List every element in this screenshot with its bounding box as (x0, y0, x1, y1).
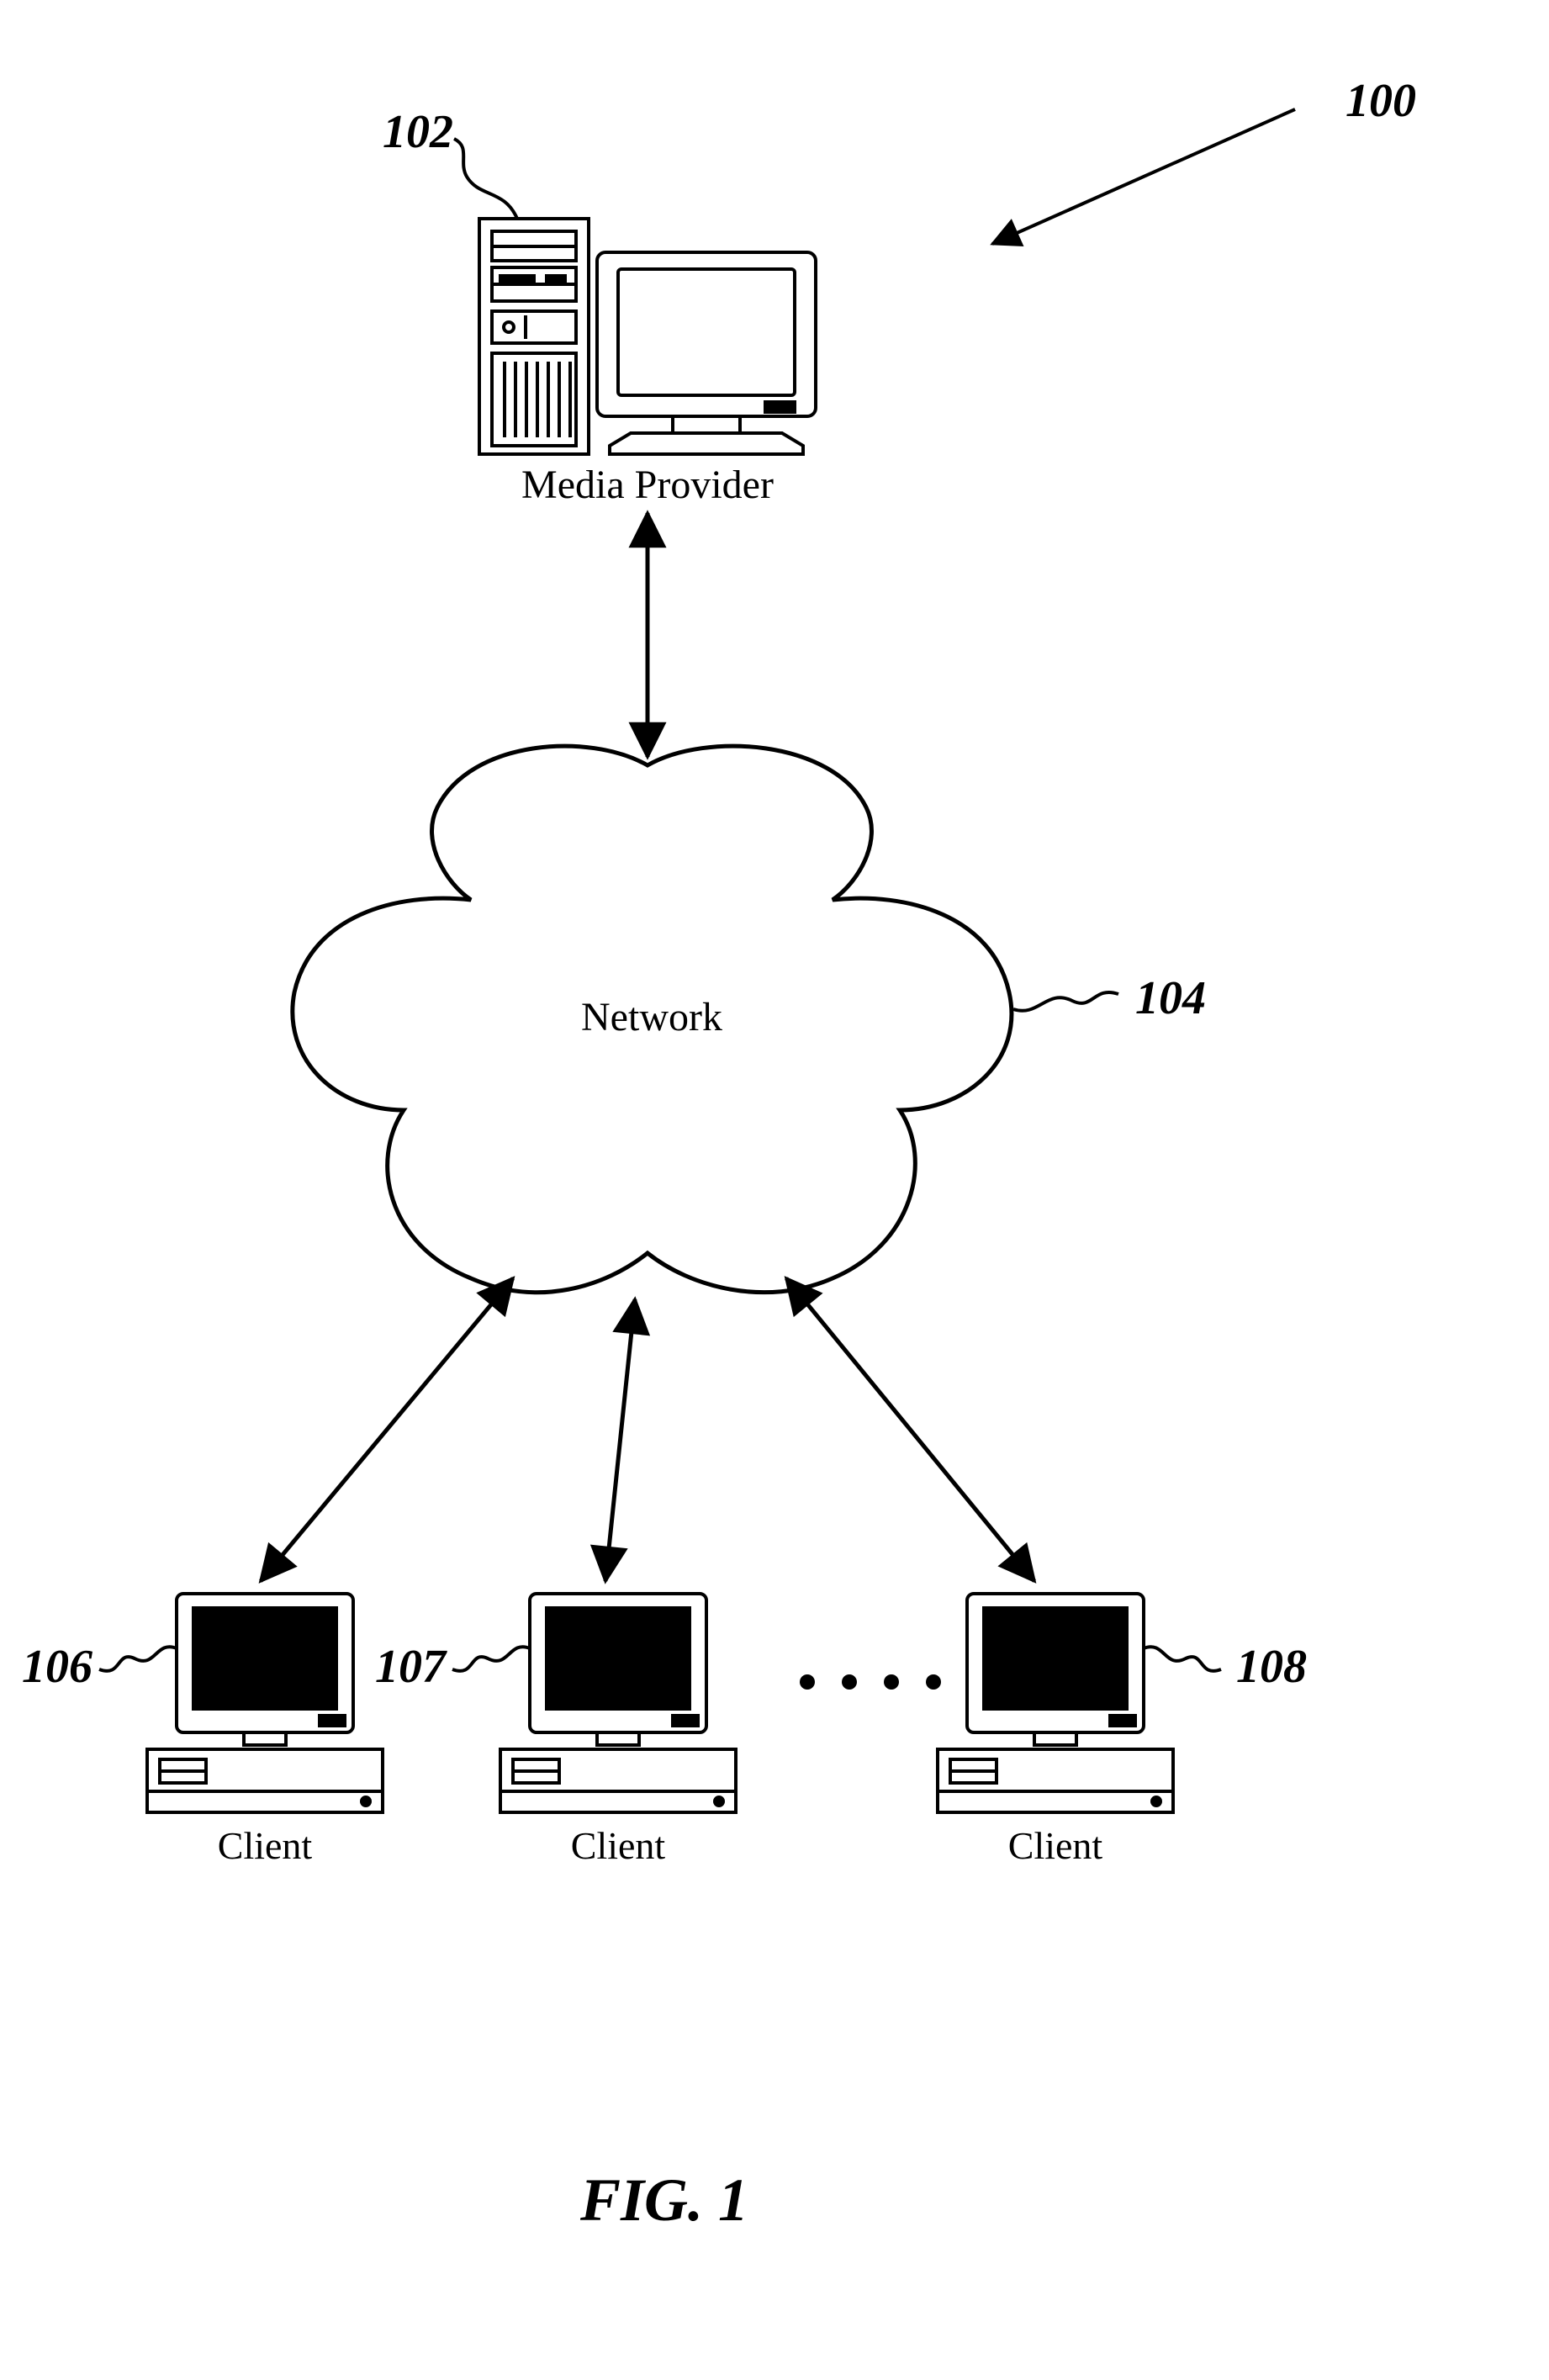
client2-label: Client (571, 1824, 666, 1867)
media-provider-group: Media Provider (479, 219, 816, 507)
media-provider-label: Media Provider (521, 463, 774, 507)
refnum-system-leader: 100 (992, 75, 1416, 244)
refnum-network: 104 (1135, 972, 1206, 1024)
server-monitor-icon (597, 252, 816, 454)
refnum-media-provider: 102 (383, 106, 453, 158)
figure-label: FIG. 1 (579, 2166, 748, 2234)
refnum-network-leader: 104 (1013, 972, 1206, 1024)
server-tower-icon (479, 219, 589, 454)
network-cloud-icon: Network (293, 746, 1012, 1293)
link-network-client2 (605, 1299, 635, 1581)
refnum-client2: 107 (375, 1641, 447, 1693)
refnum-system: 100 (1345, 75, 1416, 127)
client-computer-icon (938, 1594, 1173, 1812)
network-label: Network (581, 995, 722, 1039)
figure-svg: 100 (0, 0, 1549, 2380)
client2-group: Client 107 (375, 1594, 736, 1867)
refnum-client1: 106 (22, 1641, 93, 1693)
link-network-client3 (786, 1278, 1034, 1581)
refnum-media-provider-leader: 102 (383, 106, 517, 219)
client-computer-icon (500, 1594, 736, 1812)
refnum-client3: 108 (1236, 1641, 1307, 1693)
client3-group: Client 108 (938, 1594, 1307, 1867)
client3-label: Client (1008, 1824, 1103, 1867)
link-network-client1 (261, 1278, 513, 1581)
client-computer-icon (147, 1594, 383, 1812)
ellipsis-icon (800, 1674, 941, 1690)
client1-label: Client (218, 1824, 313, 1867)
client1-group: Client 106 (22, 1594, 383, 1867)
